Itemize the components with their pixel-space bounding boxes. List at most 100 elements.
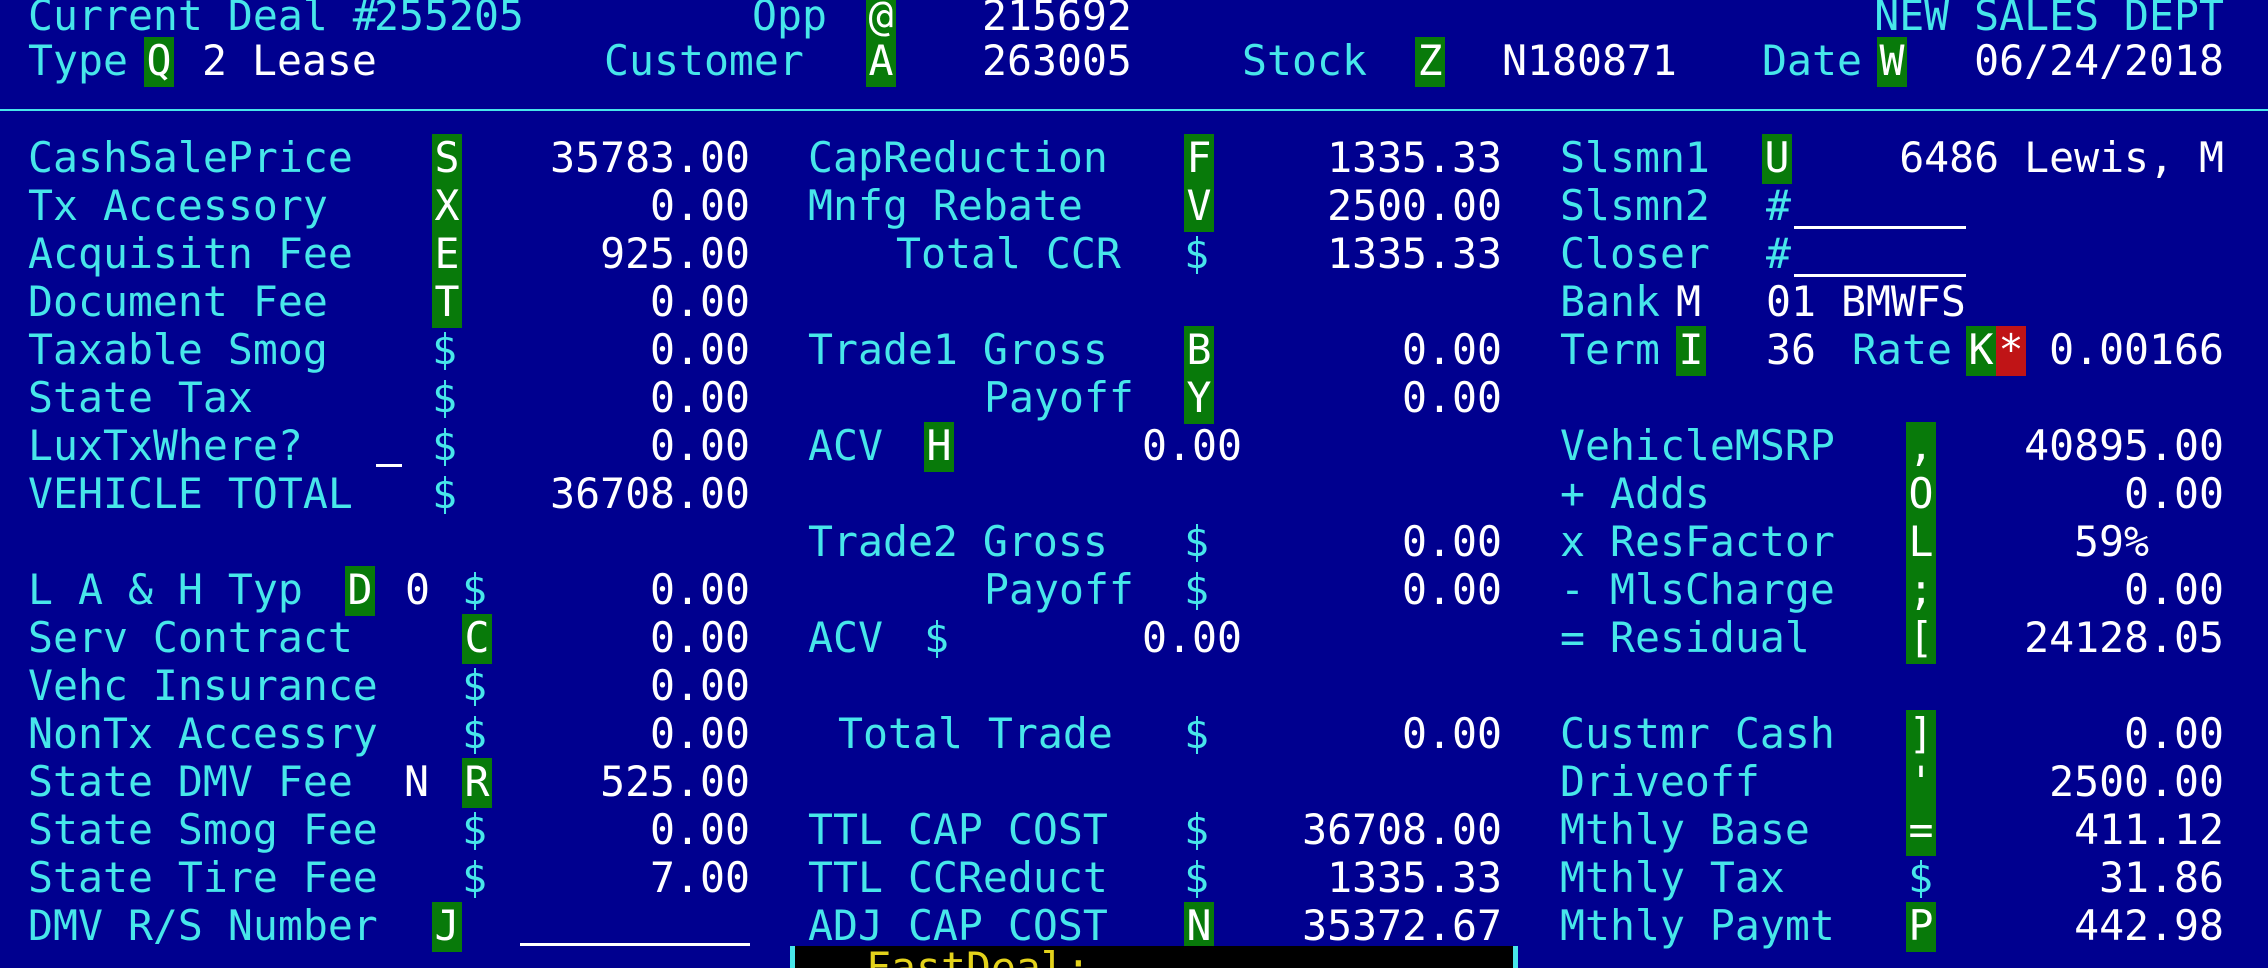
lah-type-key[interactable]: D [345, 566, 375, 616]
trade2-payoff-value: 0.00 [1402, 565, 1502, 614]
rate-key[interactable]: K [1966, 326, 1996, 376]
opp-label: Opp [752, 0, 827, 40]
trade1-payoff-label: Payoff [984, 373, 1134, 422]
vehicle-total-label: VEHICLE TOTAL [28, 469, 353, 518]
taxable-smog-dollar: $ [432, 325, 457, 374]
slsmn1-key[interactable]: U [1762, 134, 1792, 184]
state-dmv-fee-flag: N [404, 757, 429, 806]
state-dmv-fee-key[interactable]: R [462, 758, 492, 808]
closer-label: Closer [1560, 229, 1710, 278]
dept-title: NEW SALES DEPT [1874, 0, 2224, 40]
document-fee-value: 0.00 [650, 277, 750, 326]
vehicle-total-dollar: $ [432, 469, 457, 518]
monthly-payment-key[interactable]: P [1906, 902, 1936, 952]
trade1-acv-value: 0.00 [1142, 421, 1242, 470]
date-key[interactable]: W [1877, 37, 1907, 87]
cash-sale-price-label: CashSalePrice [28, 133, 353, 182]
residual-key[interactable]: [ [1906, 614, 1936, 664]
adj-cap-cost-label: ADJ CAP COST [808, 901, 1108, 950]
acquisition-fee-key[interactable]: E [432, 230, 462, 280]
stock-label: Stock [1242, 36, 1367, 85]
customer-cash-label: Custmr Cash [1560, 709, 1835, 758]
total-ccr-dollar: $ [1184, 229, 1209, 278]
mls-charge-label: - MlsCharge [1560, 565, 1835, 614]
cash-sale-price-value: 35783.00 [550, 133, 750, 182]
monthly-base-key[interactable]: = [1906, 806, 1936, 856]
state-smog-fee-value: 0.00 [650, 805, 750, 854]
cash-sale-price-key[interactable]: S [432, 134, 462, 184]
trade2-acv-label: ACV [808, 613, 883, 662]
total-ccr-value: 1335.33 [1327, 229, 1502, 278]
vehicle-msrp-value: 40895.00 [2024, 421, 2224, 470]
vehicle-msrp-key[interactable]: , [1906, 422, 1936, 472]
adds-key[interactable]: O [1906, 470, 1936, 520]
bank-value: 01 BMWFS [1766, 277, 1966, 326]
monthly-base-value: 411.12 [2074, 805, 2224, 854]
serv-contract-value: 0.00 [650, 613, 750, 662]
closer-hash: # [1766, 229, 1791, 278]
taxable-smog-label: Taxable Smog [28, 325, 328, 374]
trade1-gross-value: 0.00 [1402, 325, 1502, 374]
adj-cap-cost-key[interactable]: N [1184, 902, 1214, 952]
dmv-rs-number-label: DMV R/S Number [28, 901, 378, 950]
customer-key[interactable]: A [866, 37, 896, 87]
total-trade-label: Total Trade [838, 709, 1113, 758]
lah-dollar: $ [462, 565, 487, 614]
ttl-cap-cost-dollar: $ [1184, 805, 1209, 854]
trade1-payoff-key[interactable]: Y [1184, 374, 1214, 424]
customer-value: 263005 [982, 36, 1132, 85]
type-key[interactable]: Q [144, 37, 174, 87]
deal-number: 255205 [374, 0, 524, 40]
term-label: Term [1560, 325, 1660, 374]
rate-value: 0.00166 [2049, 325, 2224, 374]
lah-type-value: 0 [405, 565, 430, 614]
trade1-acv-key[interactable]: H [924, 422, 954, 472]
trade1-gross-key[interactable]: B [1184, 326, 1214, 376]
trade1-payoff-value: 0.00 [1402, 373, 1502, 422]
state-dmv-fee-value: 525.00 [600, 757, 750, 806]
type-label: Type [28, 36, 128, 85]
trade1-acv-label: ACV [808, 421, 883, 470]
customer-cash-key[interactable]: ] [1906, 710, 1936, 760]
adds-value: 0.00 [2124, 469, 2224, 518]
acquisition-fee-label: Acquisitn Fee [28, 229, 353, 278]
tx-accessory-value: 0.00 [650, 181, 750, 230]
header-separator [0, 109, 2268, 111]
slsmn2-label: Slsmn2 [1560, 181, 1710, 230]
taxable-smog-value: 0.00 [650, 325, 750, 374]
state-tire-fee-value: 7.00 [650, 853, 750, 902]
tx-accessory-label: Tx Accessory [28, 181, 328, 230]
total-trade-value: 0.00 [1402, 709, 1502, 758]
mnfg-rebate-value: 2500.00 [1327, 181, 1502, 230]
ttl-ccreduct-value: 1335.33 [1327, 853, 1502, 902]
state-smog-fee-label: State Smog Fee [28, 805, 378, 854]
mnfg-rebate-key[interactable]: V [1184, 182, 1214, 232]
slsmn1-value: 6486 Lewis, M [1899, 133, 2224, 182]
trade1-gross-label: Trade1 Gross [808, 325, 1108, 374]
cap-reduction-key[interactable]: F [1184, 134, 1214, 184]
current-deal-label: Current Deal # [28, 0, 378, 40]
res-factor-key[interactable]: L [1906, 518, 1936, 568]
res-factor-percent: % [2124, 517, 2149, 566]
driveoff-key[interactable]: ' [1906, 758, 1936, 808]
stock-key[interactable]: Z [1415, 37, 1445, 87]
adj-cap-cost-value: 35372.67 [1302, 901, 1502, 950]
trade2-payoff-dollar: $ [1184, 565, 1209, 614]
dmv-rs-number-field[interactable] [520, 941, 750, 946]
tx-accessory-key[interactable]: X [432, 182, 462, 232]
res-factor-value: 59 [2074, 517, 2124, 566]
acquisition-fee-value: 925.00 [600, 229, 750, 278]
document-fee-label: Document Fee [28, 277, 328, 326]
stock-value: N180871 [1502, 36, 1677, 85]
slsmn2-field[interactable] [1794, 224, 1966, 229]
dmv-rs-number-key[interactable]: J [432, 902, 462, 952]
vehc-insurance-dollar: $ [462, 661, 487, 710]
mls-charge-key[interactable]: ; [1906, 566, 1936, 616]
state-tire-fee-dollar: $ [462, 853, 487, 902]
term-key[interactable]: I [1676, 326, 1706, 376]
serv-contract-key[interactable]: C [462, 614, 492, 664]
lux-tax-value: 0.00 [650, 421, 750, 470]
document-fee-key[interactable]: T [432, 278, 462, 328]
lux-tax-where-field[interactable] [376, 462, 402, 467]
bank-key[interactable]: M [1676, 278, 1701, 326]
